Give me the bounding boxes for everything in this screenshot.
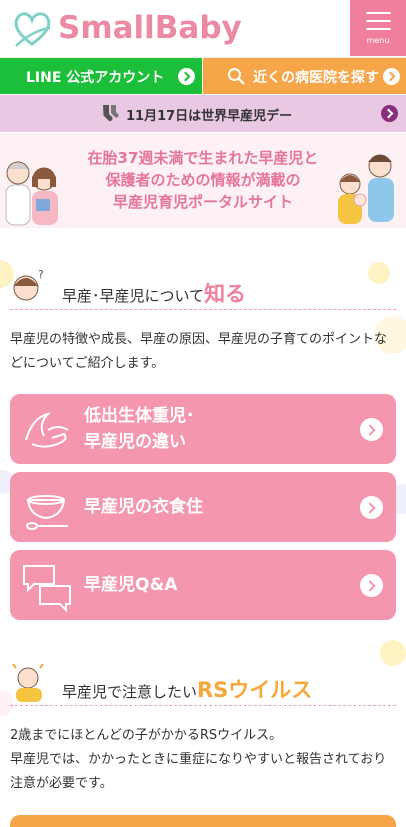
chevron-right-icon (383, 68, 400, 85)
section-title-prefix: 早産･早産児について (62, 287, 205, 305)
line-button-label: LINE 公式アカウント (26, 70, 165, 86)
hero-tagline: 在胎37週未満で生まれた早産児と 保護者のための情報が満載の 早産児育児ポータル… (68, 147, 338, 213)
hero-line-1: 在胎37週未満で生まれた早産児と (87, 149, 319, 167)
baby-crawling-icon (12, 663, 44, 702)
chevron-right-icon (381, 105, 398, 122)
card-clothing-food-housing[interactable]: 早産児の衣食住 (10, 472, 396, 542)
family-illustration (338, 154, 394, 224)
logo-text[interactable]: SmallBaby (58, 10, 242, 46)
find-hospital-button[interactable]: 近くの病医院を探す (203, 58, 406, 94)
notice-text: 11月17日は世界早産児デー (126, 109, 293, 124)
hero-line-3: 早産児育児ポータルサイト (112, 193, 293, 211)
baby-hands-icon (25, 412, 69, 448)
card-label: 早産児Q&A (84, 575, 178, 595)
section-description: 早産児の特徴や成長、早産の原因、早産児の子育てのポイントなどについてご紹介します… (10, 332, 388, 371)
description-line-1: 2歳までにほとんどの子がかかるRSウイルス。 (10, 728, 283, 743)
card-label-line-1: 低出生体重児･ (84, 406, 195, 426)
hero-line-2: 保護者のための情報が満載の (105, 171, 301, 189)
search-icon (228, 68, 245, 85)
baby-socks-icon (103, 105, 119, 121)
thinking-baby-icon: ? (13, 268, 44, 301)
card-label-line-2: 早産児の違い (84, 432, 186, 452)
section-title-about: ? 早産･早産児について知る (10, 264, 396, 310)
hospital-button-label: 近くの病医院を探す (253, 70, 379, 86)
heart-logo-icon[interactable] (12, 8, 52, 50)
section-description: 2歳までにほとんどの子がかかるRSウイルス。 早産児では、かかったときに重症にな… (10, 724, 396, 796)
card-faq[interactable]: 早産児Q&A (10, 550, 396, 620)
hamburger-icon (366, 12, 391, 14)
section-title-rs-virus: 早産児で注意したいRSウイルス (10, 660, 396, 706)
chevron-right-icon (360, 574, 383, 597)
svg-text:?: ? (38, 268, 44, 281)
doctor-and-mother-illustration (5, 161, 58, 226)
card-low-birth-weight-difference[interactable]: 低出生体重児･ 早産児の違い (10, 394, 396, 464)
chevron-right-icon (360, 418, 383, 441)
rs-virus-card-partial[interactable] (10, 815, 396, 827)
hero-banner: 在胎37週未満で生まれた早産児と 保護者のための情報が満載の 早産児育児ポータル… (0, 133, 406, 228)
world-prematurity-day-banner[interactable]: 11月17日は世界早産児デー (0, 95, 406, 132)
line-official-account-button[interactable]: LINE 公式アカウント (0, 58, 202, 94)
chevron-right-icon (178, 68, 195, 85)
site-header: SmallBaby menu (0, 0, 406, 58)
section-title-emphasis: 知る (204, 282, 247, 306)
description-line-2: 早産児では、かかったときに重症になりやすいと報告されており注意が必要です。 (10, 752, 387, 791)
chevron-right-icon (360, 496, 383, 519)
card-label: 早産児の衣食住 (84, 497, 203, 517)
menu-label: menu (366, 36, 390, 45)
speech-bubbles-icon (23, 565, 71, 613)
section-title-prefix: 早産児で注意したい (62, 683, 198, 701)
bowl-and-spoon-icon (26, 495, 68, 530)
menu-button[interactable]: menu (350, 0, 406, 56)
quick-links: LINE 公式アカウント 近くの病医院を探す (0, 58, 406, 94)
section-title-emphasis: RSウイルス (197, 678, 313, 702)
